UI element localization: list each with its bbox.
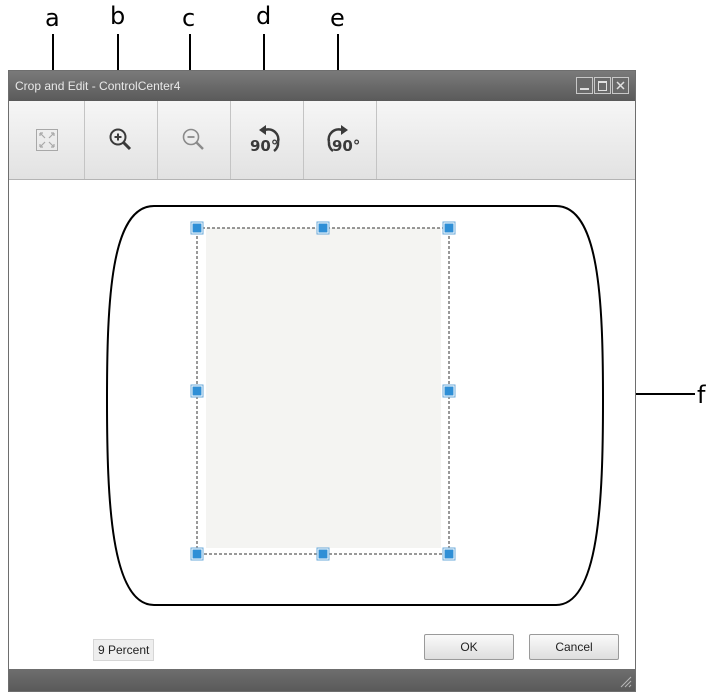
minimize-icon	[580, 88, 589, 90]
rotate-right-button[interactable]: 90°	[304, 101, 377, 179]
zoom-in-icon	[109, 128, 132, 151]
callout-c: c	[182, 4, 196, 32]
close-button[interactable]	[612, 77, 629, 94]
status-bar	[9, 669, 635, 691]
minimize-button[interactable]	[576, 77, 593, 94]
crop-handle-right[interactable]	[443, 385, 455, 397]
callout-f: f	[697, 381, 706, 409]
zoom-in-button[interactable]	[85, 101, 158, 179]
crop-handle-top-left[interactable]	[191, 222, 203, 234]
cancel-button[interactable]: Cancel	[529, 634, 619, 660]
toolbar: 90° 90°	[9, 101, 635, 180]
maximize-button[interactable]	[594, 77, 611, 94]
ok-button[interactable]: OK	[424, 634, 514, 660]
rotate-right-label: 90°	[332, 137, 361, 155]
rotate-left-button[interactable]: 90°	[231, 101, 304, 179]
crop-edit-window: Crop and Edit - ControlCenter4 90° 90° 9…	[8, 70, 636, 692]
maximize-icon	[598, 81, 607, 91]
scanned-page	[206, 228, 441, 548]
zoom-percent: 9 Percent	[93, 639, 155, 661]
rotate-left-label: 90°	[250, 137, 279, 155]
crop-handle-top-right[interactable]	[443, 222, 455, 234]
callout-d: d	[256, 2, 272, 30]
crop-handle-bottom-left[interactable]	[191, 548, 203, 560]
crop-handle-bottom-right[interactable]	[443, 548, 455, 560]
close-icon	[616, 81, 625, 90]
zoom-out-button[interactable]	[158, 101, 231, 179]
window-title: Crop and Edit - ControlCenter4	[15, 79, 181, 93]
title-bar: Crop and Edit - ControlCenter4	[9, 71, 635, 101]
image-canvas[interactable]	[9, 180, 635, 625]
fit-to-window-icon	[35, 129, 58, 151]
fit-to-window-button[interactable]	[9, 101, 85, 179]
crop-handle-left[interactable]	[191, 385, 203, 397]
zoom-out-icon	[182, 128, 204, 150]
resize-grip-icon[interactable]	[618, 674, 632, 688]
callout-e: e	[330, 4, 345, 32]
crop-handle-top[interactable]	[317, 222, 329, 234]
callout-b: b	[110, 2, 126, 30]
crop-handle-bottom[interactable]	[317, 548, 329, 560]
callout-a: a	[45, 4, 60, 32]
